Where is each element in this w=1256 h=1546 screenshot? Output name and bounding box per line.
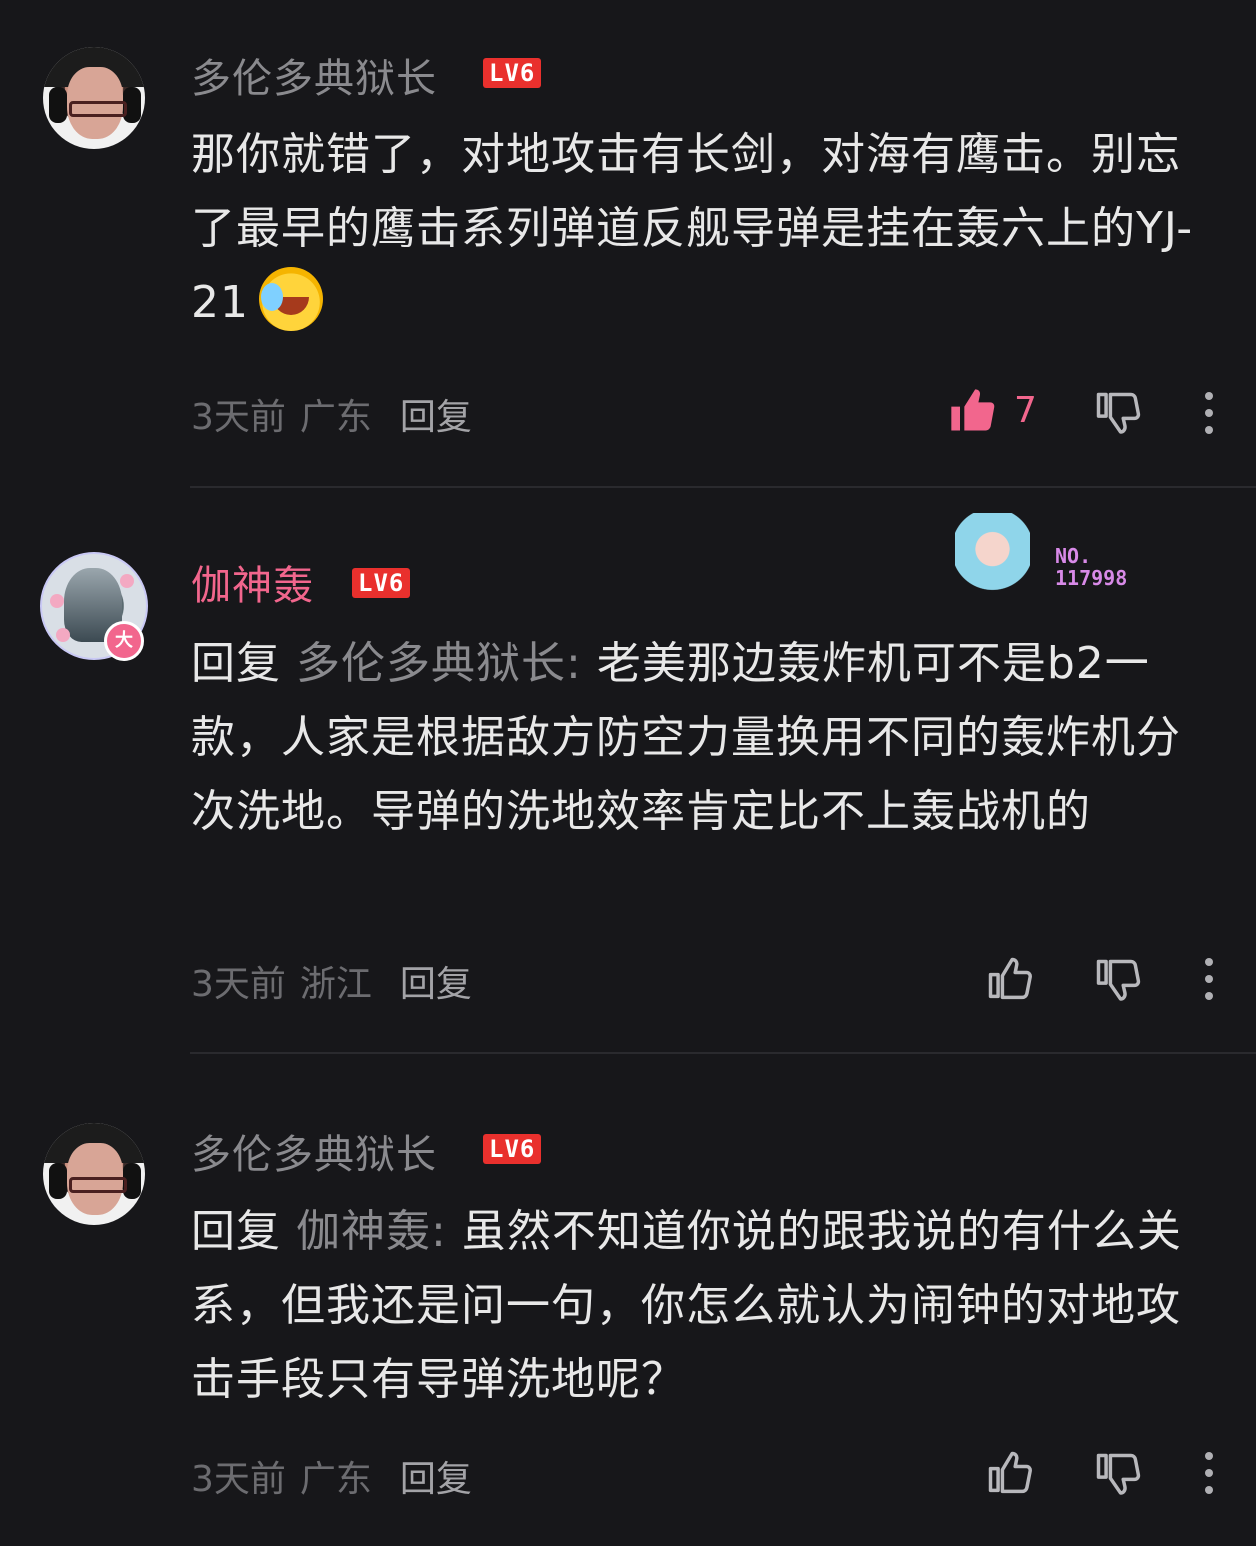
comment-text: 那你就错了，对地攻击有长剑，对海有鹰击。别忘了最早的鹰击系列弹道反舰导弹是挂在轰… [191,118,1221,340]
reply-prefix: 回复 [191,638,281,689]
location: 广东 [299,1459,372,1500]
comment-text: 回复 多伦多典狱长: 老美那边轰炸机可不是b2一款，人家是根据敌方防空力量换用不… [191,627,1221,849]
thumbs-down-icon[interactable] [1092,388,1144,440]
level-badge: LV6 [352,568,411,598]
username[interactable]: 多伦多典狱长 [191,46,437,104]
comment-meta: 3天前 浙江 回复 [191,955,472,1007]
reply-button[interactable]: 回复 [400,964,472,1005]
location: 浙江 [299,964,372,1005]
fan-card[interactable]: NO. 117998 [955,513,1155,608]
location: 广东 [299,397,372,438]
thumbs-down-icon[interactable] [1092,955,1144,1007]
comment-body: 那你就错了，对地攻击有长剑，对海有鹰击。别忘了最早的鹰击系列弹道反舰导弹是挂在轰… [191,129,1194,328]
level-badge: LV6 [483,1134,542,1164]
comment-meta: 3天前 广东 回复 [191,1450,472,1502]
divider [190,1052,1256,1054]
reply-target[interactable]: 伽神轰: [296,1206,447,1257]
thumbs-up-icon[interactable] [984,953,1036,1005]
thumbs-down-icon[interactable] [1092,1449,1144,1501]
username[interactable]: 多伦多典狱长 [191,1122,437,1180]
more-vertical-icon[interactable] [1204,1452,1214,1498]
like-count: 7 [1014,390,1037,431]
reply-button[interactable]: 回复 [400,1459,472,1500]
comment-meta: 3天前 广东 回复 [191,388,472,440]
level-badge: LV6 [483,58,542,88]
reply-prefix: 回复 [191,1206,281,1257]
username[interactable]: 伽神轰 [191,553,314,611]
divider [190,486,1256,488]
timestamp: 3天前 [191,1459,286,1500]
timestamp: 3天前 [191,964,286,1005]
timestamp: 3天前 [191,397,286,438]
more-vertical-icon[interactable] [1204,958,1214,1004]
reply-target[interactable]: 多伦多典狱长: [296,638,582,689]
reply-button[interactable]: 回复 [400,397,472,438]
vip-badge: 大 [104,621,144,661]
avatar[interactable] [43,47,145,149]
more-vertical-icon[interactable] [1204,392,1214,438]
fan-card-figure [955,513,1030,608]
comment-text: 回复 伽神轰: 虽然不知道你说的跟我说的有什么关系，但我还是问一句，你怎么就认为… [191,1195,1221,1417]
thumbs-up-icon[interactable] [984,1447,1036,1499]
avatar[interactable] [43,1123,145,1225]
thumbs-up-icon[interactable] [947,385,999,437]
fan-card-number: NO. 117998 [1055,544,1128,590]
laughing-crying-emoji-icon [259,267,323,331]
